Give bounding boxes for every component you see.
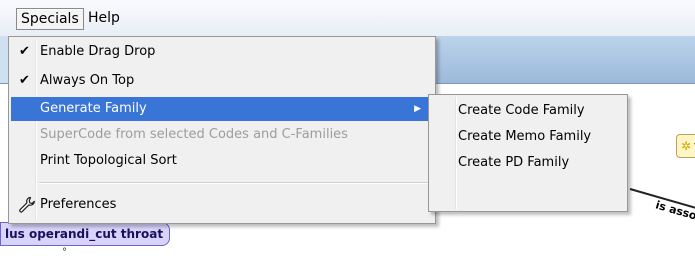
menu-help[interactable]: Help: [84, 8, 124, 28]
node-modus-tail: °: [62, 247, 67, 258]
wrench-icon: [18, 196, 36, 214]
check-icon: ✔: [19, 73, 30, 88]
submenu-item-create-code-family[interactable]: Create Code Family: [431, 99, 623, 123]
generate-family-submenu: Create Code Family Create Memo Family Cr…: [428, 94, 628, 212]
node-icon: ✲: [681, 139, 692, 153]
menu-item-label: SuperCode from selected Codes and C-Fami…: [40, 127, 348, 142]
menu-specials-label: Specials: [21, 11, 79, 27]
menu-separator: [39, 182, 431, 184]
submenu-item-create-pd-family[interactable]: Create PD Family: [431, 151, 623, 175]
menu-item-enable-drag-drop[interactable]: ✔ Enable Drag Drop: [11, 40, 431, 64]
submenu-item-label: Create Code Family: [458, 103, 585, 118]
check-icon: ✔: [19, 44, 30, 59]
menu-item-always-on-top[interactable]: ✔ Always On Top: [11, 69, 431, 93]
node-modus-operandi[interactable]: lus operandi_cut throat: [0, 222, 171, 246]
menu-item-label: Print Topological Sort: [40, 153, 177, 168]
menu-item-print-topological-sort[interactable]: Print Topological Sort: [11, 149, 431, 173]
submenu-item-label: Create PD Family: [458, 155, 570, 170]
menu-help-label: Help: [88, 10, 120, 26]
menu-item-label: Generate Family: [40, 101, 147, 116]
submenu-arrow-icon: ▶: [414, 104, 421, 114]
submenu-item-create-memo-family[interactable]: Create Memo Family: [431, 125, 623, 149]
menu-item-preferences[interactable]: Preferences: [11, 193, 431, 217]
menu-specials[interactable]: Specials: [16, 8, 84, 30]
submenu-item-label: Create Memo Family: [458, 129, 592, 144]
menu-item-label: Always On Top: [40, 73, 135, 88]
menu-bar: Specials Help: [0, 0, 695, 36]
specials-menu: ✔ Enable Drag Drop ✔ Always On Top Gener…: [8, 36, 436, 224]
menu-item-label: Preferences: [40, 197, 117, 212]
node-vi[interactable]: ✲vi: [676, 134, 695, 158]
menu-item-label: Enable Drag Drop: [40, 44, 156, 59]
menu-item-supercode: SuperCode from selected Codes and C-Fami…: [11, 123, 431, 147]
node-modus-label: lus operandi_cut throat: [5, 227, 164, 241]
menu-item-generate-family[interactable]: Generate Family ▶: [11, 97, 431, 121]
